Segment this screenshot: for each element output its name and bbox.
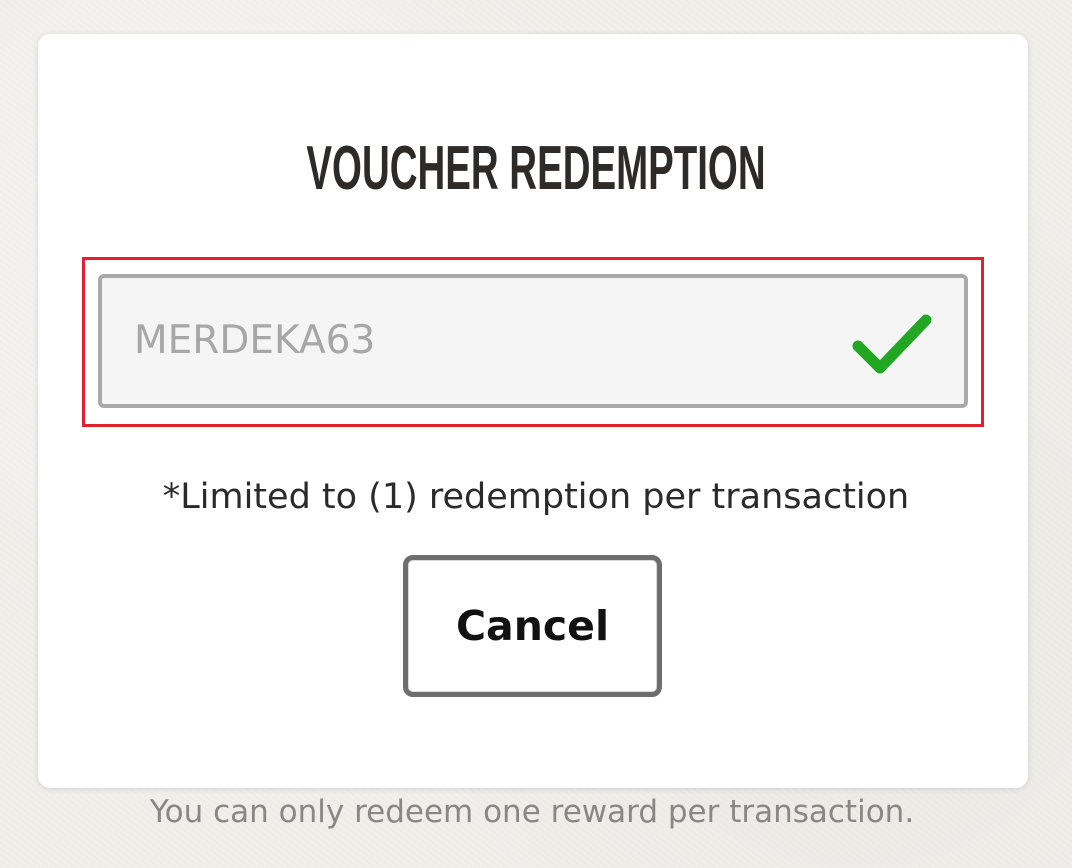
cancel-button-label: Cancel [455,602,610,650]
voucher-code-value: MERDEKA63 [134,318,376,363]
cancel-button[interactable]: Cancel [403,555,662,697]
dialog-title: VOUCHER REDEMPTION [306,134,766,203]
voucher-code-input[interactable]: MERDEKA63 [98,274,968,408]
redemption-limit-note: *Limited to (1) redemption per transacti… [162,477,910,517]
check-icon [850,308,934,378]
reward-limit-footer-note: You can only redeem one reward per trans… [149,794,915,830]
